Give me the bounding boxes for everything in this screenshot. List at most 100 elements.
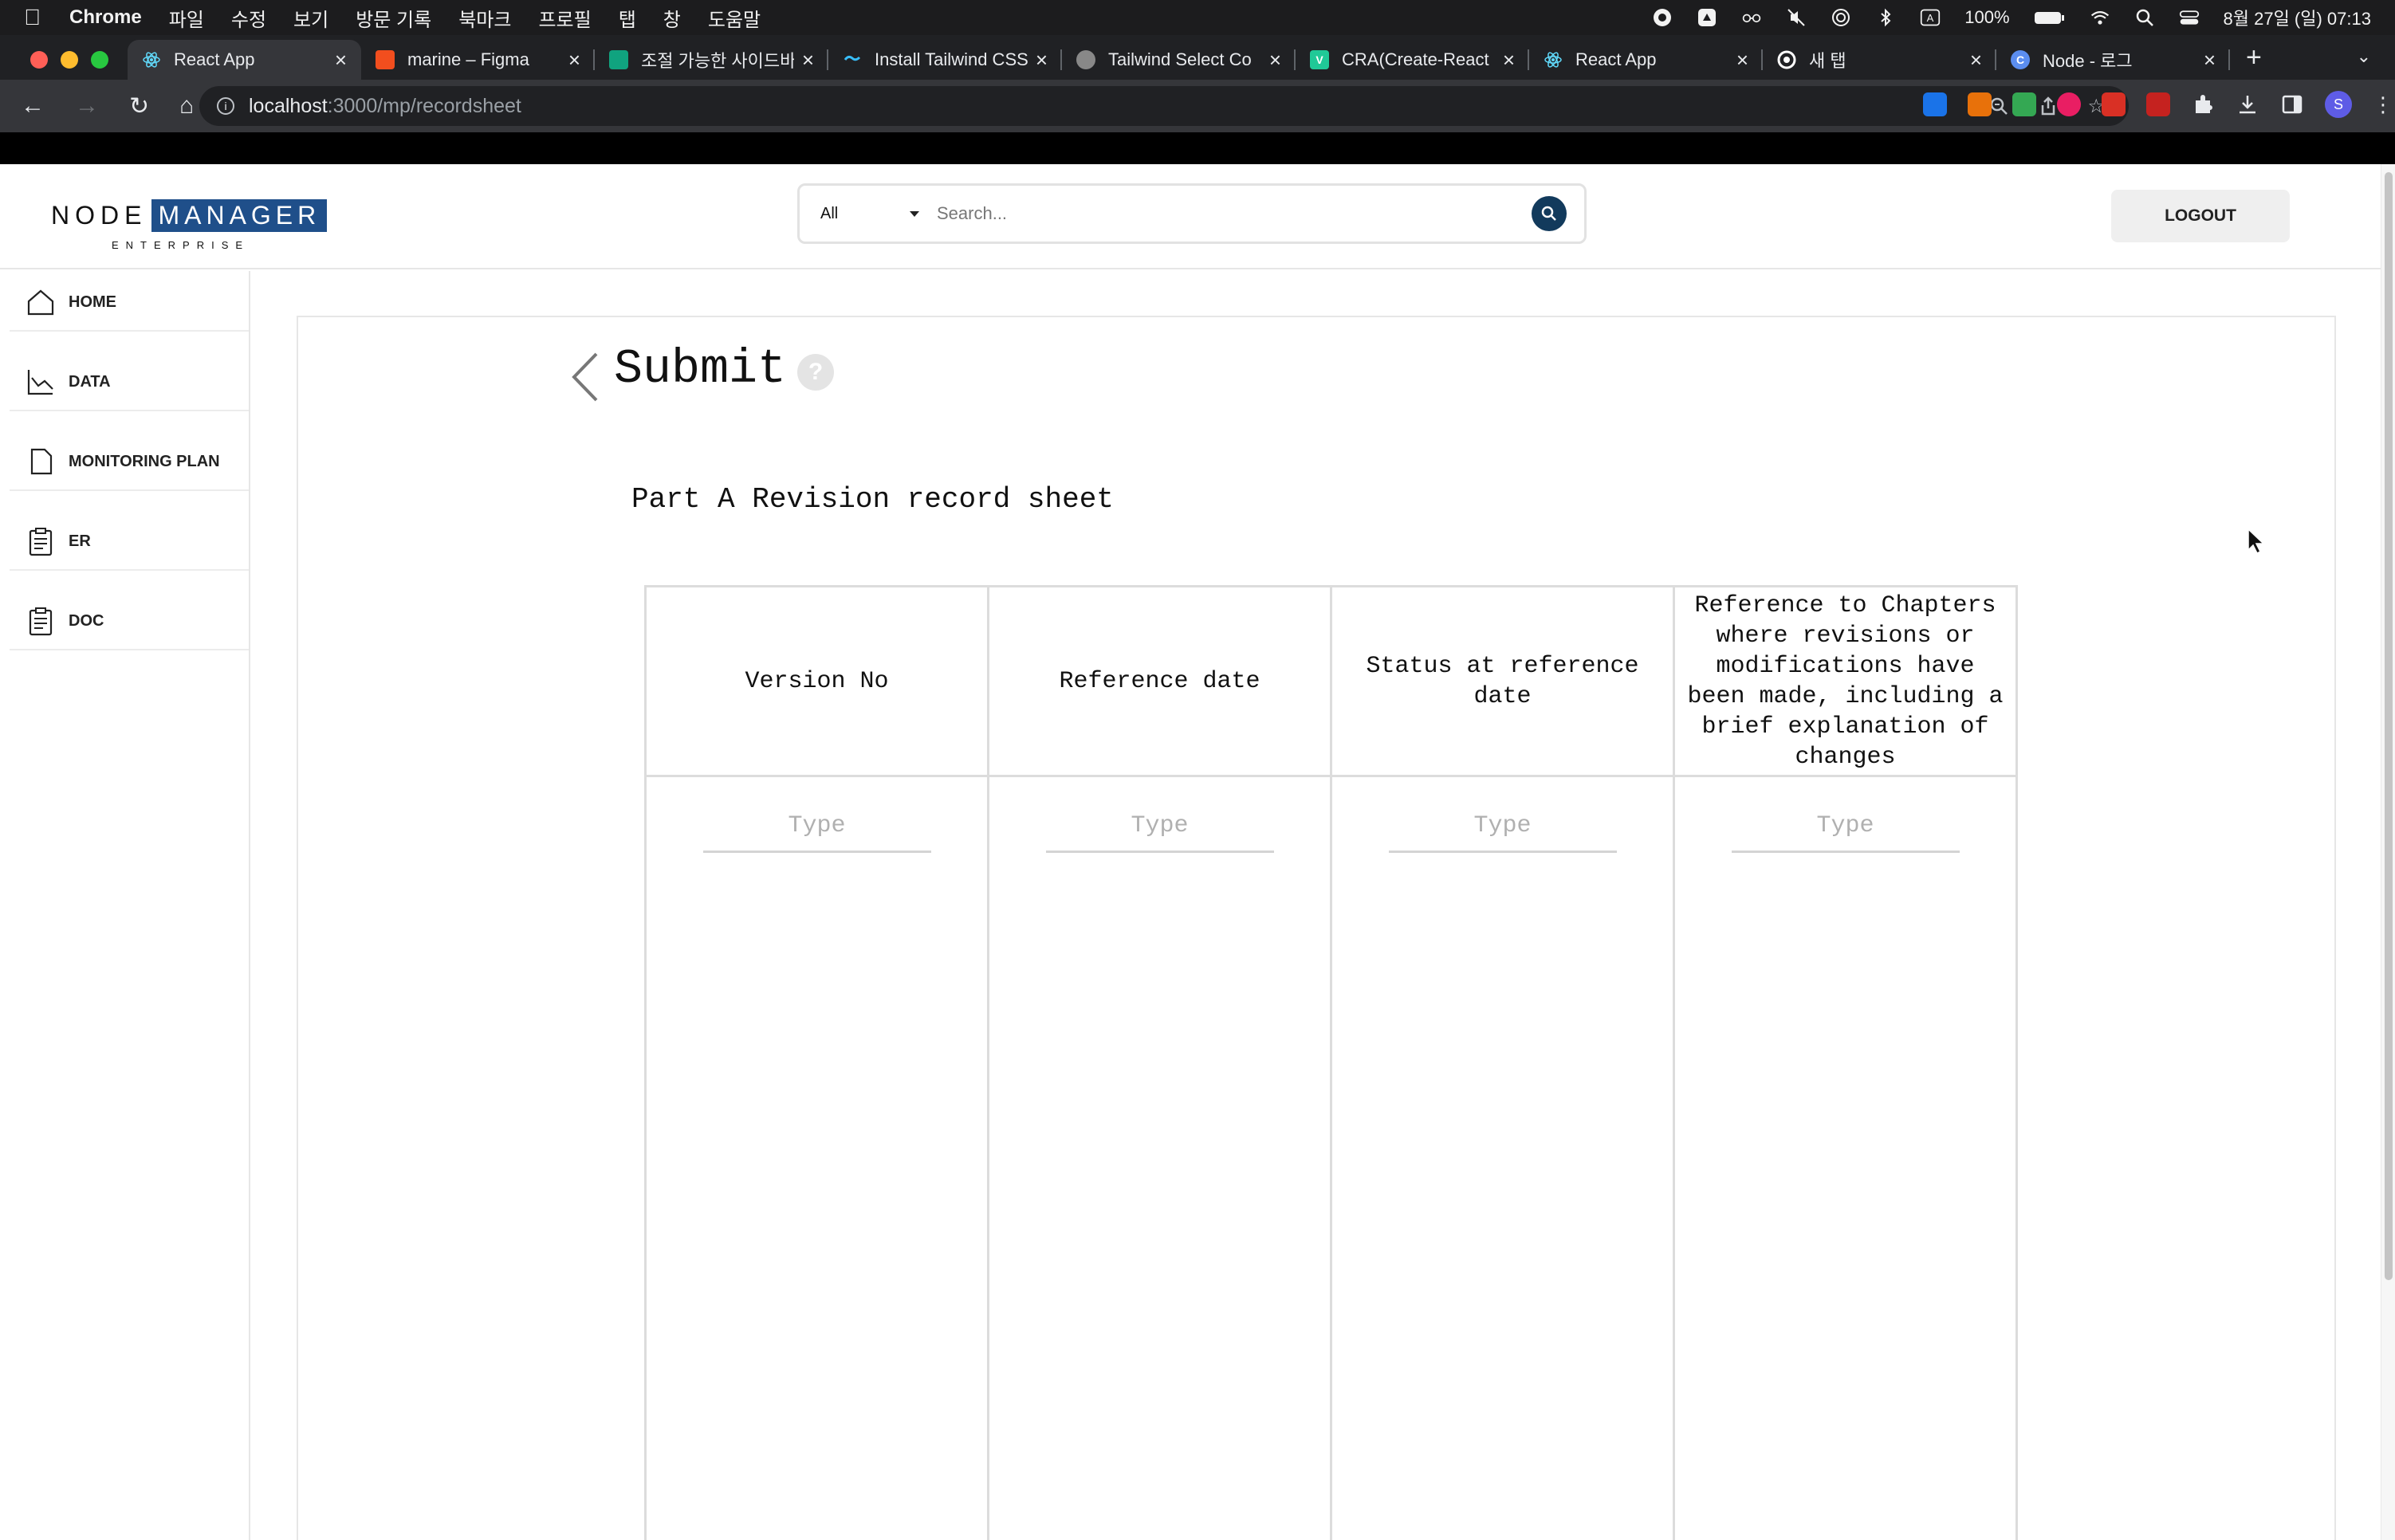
menu-profile[interactable]: 프로필 bbox=[538, 4, 591, 32]
browser-tab[interactable]: marine – Figma × bbox=[361, 40, 595, 80]
search-filter-value: All bbox=[820, 204, 839, 222]
logout-button[interactable]: LOGOUT bbox=[2111, 190, 2290, 242]
download-icon[interactable] bbox=[2236, 92, 2259, 116]
tab-close-icon[interactable]: × bbox=[1970, 48, 1982, 73]
reload-icon[interactable]: ↻ bbox=[129, 92, 149, 120]
status-input[interactable] bbox=[1388, 812, 1617, 853]
menu-view[interactable]: 보기 bbox=[293, 4, 328, 32]
table-row bbox=[644, 775, 2018, 1540]
app-logo[interactable]: NODE MANAGER ENTERPRISE bbox=[51, 199, 328, 251]
tab-close-icon[interactable]: × bbox=[802, 48, 814, 73]
search-button[interactable] bbox=[1532, 196, 1567, 231]
sidebar-item-monitoring-plan[interactable]: MONITORING PLAN bbox=[10, 434, 249, 491]
chevron-left-icon[interactable] bbox=[569, 351, 601, 403]
apple-icon[interactable]:  bbox=[24, 5, 41, 30]
site-info-icon[interactable]: i bbox=[217, 97, 234, 115]
sidebar-item-doc[interactable]: DOC bbox=[10, 593, 249, 650]
reference-date-input[interactable] bbox=[1045, 812, 1274, 853]
menu-app-name[interactable]: Chrome bbox=[69, 6, 142, 29]
back-icon[interactable]: ← bbox=[21, 92, 45, 120]
tab-close-icon[interactable]: × bbox=[1503, 48, 1515, 73]
document-icon bbox=[30, 448, 53, 475]
side-panel-icon[interactable] bbox=[2280, 92, 2304, 116]
menu-bookmarks[interactable]: 북마크 bbox=[458, 4, 511, 32]
extension-icon[interactable] bbox=[2012, 92, 2036, 116]
minimize-window-button[interactable] bbox=[61, 51, 78, 69]
home-icon[interactable]: ⌂ bbox=[179, 92, 194, 120]
table-cell bbox=[644, 775, 989, 1540]
menu-help[interactable]: 도움말 bbox=[708, 4, 761, 32]
search-filter-select[interactable]: All bbox=[800, 205, 919, 223]
extension-bar: S ⋮ bbox=[1923, 91, 2393, 118]
more-menu-icon[interactable]: ⋮ bbox=[2373, 92, 2393, 116]
caret-down-icon bbox=[910, 210, 919, 217]
extension-icon[interactable] bbox=[2102, 92, 2126, 116]
extension-icon[interactable] bbox=[2057, 92, 2081, 116]
menu-file[interactable]: 파일 bbox=[169, 4, 204, 32]
web-page: NODE MANAGER ENTERPRISE All LOGOUT HOME … bbox=[0, 164, 2395, 1540]
sidebar-item-er[interactable]: ER bbox=[10, 513, 249, 571]
chevron-down-icon[interactable]: ⌄ bbox=[2357, 46, 2371, 67]
table-header-row: Version No Reference date Status at refe… bbox=[644, 585, 2018, 777]
menu-tab[interactable]: 탭 bbox=[619, 4, 636, 32]
browser-tab[interactable]: React App × bbox=[128, 40, 361, 80]
extension-icon[interactable] bbox=[1923, 92, 1947, 116]
zoom-window-button[interactable] bbox=[91, 51, 108, 69]
search-input[interactable] bbox=[919, 203, 1532, 224]
page-scrollbar[interactable] bbox=[2381, 164, 2395, 1540]
tab-title: React App bbox=[1575, 49, 1657, 69]
site-icon bbox=[1076, 50, 1095, 69]
battery-icon[interactable] bbox=[2034, 7, 2066, 28]
reference-chapters-input[interactable] bbox=[1731, 812, 1960, 853]
url-host: localhost bbox=[249, 94, 328, 117]
glasses-icon[interactable] bbox=[1741, 7, 1762, 28]
tab-close-icon[interactable]: × bbox=[335, 48, 347, 73]
menu-window[interactable]: 창 bbox=[663, 4, 681, 32]
tab-title: Install Tailwind CSS bbox=[875, 49, 1028, 69]
tab-close-icon[interactable]: × bbox=[1036, 48, 1048, 73]
input-source-icon[interactable]: A bbox=[1920, 7, 1941, 28]
sidebar-item-home[interactable]: HOME bbox=[10, 274, 249, 332]
menu-edit[interactable]: 수정 bbox=[231, 4, 266, 32]
close-window-button[interactable] bbox=[30, 51, 48, 69]
extension-icon[interactable] bbox=[1968, 92, 1992, 116]
control-center-icon[interactable] bbox=[2179, 7, 2200, 28]
record-icon[interactable] bbox=[1652, 7, 1673, 28]
tab-close-icon[interactable]: × bbox=[568, 48, 580, 73]
browser-tab[interactable]: C Node - 로그 × bbox=[1996, 40, 2230, 80]
chart-icon bbox=[27, 370, 53, 395]
airdrop-icon[interactable] bbox=[1831, 7, 1851, 28]
extension-icon[interactable] bbox=[2146, 92, 2170, 116]
browser-tab[interactable]: React App × bbox=[1529, 40, 1763, 80]
browser-tab[interactable]: 새 탭 × bbox=[1763, 40, 1996, 80]
browser-tab[interactable]: 조절 가능한 사이드바 × bbox=[595, 40, 828, 80]
new-tab-button[interactable]: + bbox=[2246, 42, 2262, 73]
profile-avatar[interactable]: S bbox=[2325, 91, 2352, 118]
version-no-input[interactable] bbox=[702, 812, 931, 853]
main-content: Submit ? Part A Revision record sheet Ve… bbox=[297, 316, 2336, 1540]
tab-close-icon[interactable]: × bbox=[1736, 48, 1748, 73]
help-icon[interactable]: ? bbox=[797, 354, 834, 391]
tab-title: Tailwind Select Co bbox=[1108, 49, 1252, 69]
wifi-icon[interactable] bbox=[2090, 7, 2110, 28]
scrollbar-thumb[interactable] bbox=[2385, 172, 2393, 1280]
tab-close-icon[interactable]: × bbox=[2204, 48, 2216, 73]
menubar-clock[interactable]: 8월 27일 (일) 07:13 bbox=[2224, 5, 2371, 30]
tab-title: 새 탭 bbox=[1809, 51, 1846, 71]
puzzle-icon[interactable] bbox=[2191, 92, 2215, 116]
sidebar-item-label: DOC bbox=[69, 611, 104, 630]
address-bar[interactable]: i localhost :3000/mp/recordsheet ☆ bbox=[199, 86, 2129, 126]
forward-icon[interactable]: → bbox=[75, 92, 99, 120]
browser-tab[interactable]: Tailwind Select Co × bbox=[1062, 40, 1296, 80]
bluetooth-icon[interactable] bbox=[1875, 7, 1896, 28]
sidebar-item-label: MONITORING PLAN bbox=[69, 452, 220, 470]
drive-icon[interactable] bbox=[1697, 7, 1717, 28]
menu-history[interactable]: 방문 기록 bbox=[356, 4, 431, 32]
spotlight-icon[interactable] bbox=[2134, 7, 2155, 28]
browser-tab[interactable]: Install Tailwind CSS × bbox=[828, 40, 1062, 80]
browser-tab[interactable]: V CRA(Create-React × bbox=[1296, 40, 1529, 80]
mute-icon[interactable] bbox=[1786, 7, 1807, 28]
tab-close-icon[interactable]: × bbox=[1269, 48, 1281, 73]
sidebar: HOME DATA MONITORING PLAN ER DOC bbox=[0, 271, 250, 1540]
sidebar-item-data[interactable]: DATA bbox=[10, 354, 249, 411]
